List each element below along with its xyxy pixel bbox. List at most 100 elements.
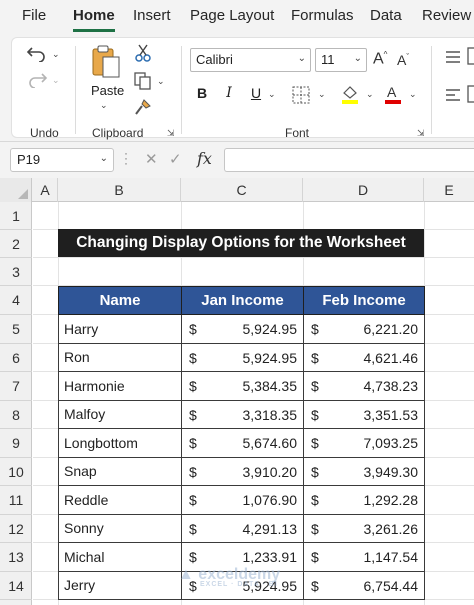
insert-function-button[interactable]: fx [197,149,212,168]
feb-income-cell[interactable]: $4,738.23 [303,371,425,401]
feb-income-cell[interactable]: $6,221.20 [303,314,425,344]
borders-icon[interactable] [292,86,310,104]
menu-home[interactable]: Home [73,7,115,24]
undo-dropdown-icon[interactable]: ⌄ [52,49,60,60]
menu-formulas[interactable]: Formulas [291,7,354,24]
feb-income-cell[interactable]: $3,261.26 [303,513,425,543]
orientation-icon[interactable] [467,46,474,66]
font-name-select[interactable]: Calibri ⌄ [190,48,311,72]
jan-income-cell[interactable]: $5,924.95 [181,314,304,344]
feb-income-cell[interactable]: $3,351.53 [303,399,425,429]
feb-income-cell[interactable]: $7,093.25 [303,428,425,458]
align-left-icon[interactable] [445,88,461,102]
row-header-3[interactable]: 3 [0,258,32,286]
italic-button[interactable]: I [220,85,238,101]
feb-income-cell[interactable]: $6,754.44 [303,570,425,600]
menu-data[interactable]: Data [370,7,402,24]
jan-income-cell[interactable]: $5,674.60 [181,428,304,458]
feb-income-cell[interactable]: $3,949.30 [303,456,425,486]
column-header-b[interactable]: B [58,178,181,202]
menu-file[interactable]: File [22,7,46,24]
row-header-6[interactable]: 6 [0,344,32,372]
fill-color-dropdown-icon[interactable]: ⌄ [366,89,374,100]
underline-dropdown-icon[interactable]: ⌄ [268,89,276,100]
jan-income-cell[interactable]: $5,924.95 [181,342,304,372]
column-header-a[interactable]: A [33,178,58,202]
row-header-11[interactable]: 11 [0,486,32,515]
feb-income-cell[interactable]: $1,292.28 [303,485,425,515]
svg-text:A: A [387,84,397,100]
menu-page-layout[interactable]: Page Layout [190,7,274,24]
borders-dropdown-icon[interactable]: ⌄ [318,89,326,100]
name-cell[interactable]: Longbottom [58,428,182,458]
column-header-d[interactable]: D [303,178,424,202]
row-header-7[interactable]: 7 [0,372,32,401]
enter-icon[interactable]: ✓ [169,150,182,168]
cut-icon[interactable] [135,44,151,62]
row-header-5[interactable]: 5 [0,315,32,344]
header-jan-income[interactable]: Jan Income [181,286,304,315]
underline-button[interactable]: U [247,85,265,101]
jan-income-cell[interactable]: $3,318.35 [181,399,304,429]
header-feb-income[interactable]: Feb Income [303,286,425,315]
fill-color-icon[interactable] [340,84,360,104]
font-size-value: 11 [321,52,335,67]
name-cell[interactable]: Jerry [58,570,182,600]
header-name[interactable]: Name [58,286,182,315]
clipboard-launcher-icon[interactable]: ⇲ [167,128,175,139]
name-cell[interactable]: Harmonie [58,371,182,401]
row-header-2[interactable]: 2 [0,230,32,258]
redo-dropdown-icon[interactable]: ⌄ [52,75,60,86]
formula-input[interactable] [224,148,474,172]
name-cell[interactable]: Snap [58,456,182,486]
decrease-font-size-icon[interactable]: Aˇ [397,52,409,68]
copy-dropdown-icon[interactable]: ⌄ [157,76,165,87]
paste-icon[interactable] [90,44,122,80]
paste-label[interactable]: Paste [91,83,124,98]
column-header-e[interactable]: E [424,178,474,202]
name-cell[interactable]: Malfoy [58,399,182,429]
row-header-9[interactable]: 9 [0,429,32,458]
increase-font-size-icon[interactable]: A^ [373,50,387,68]
row-header-10[interactable]: 10 [0,458,32,486]
name-cell[interactable]: Ron [58,342,182,372]
name-cell[interactable]: Michal [58,542,182,572]
jan-income-cell[interactable]: $3,910.20 [181,456,304,486]
font-size-select[interactable]: 11 ⌄ [315,48,367,72]
name-cell[interactable]: Sonny [58,513,182,543]
row-header-14[interactable]: 14 [0,572,32,600]
column-header-c[interactable]: C [181,178,303,202]
name-cell[interactable]: Harry [58,314,182,344]
undo-group-label: Undo [30,126,59,140]
jan-income-cell[interactable]: $1,076.90 [181,485,304,515]
paste-dropdown-icon[interactable]: ⌄ [100,100,108,111]
row-header-4[interactable]: 4 [0,286,32,315]
font-launcher-icon[interactable]: ⇲ [417,128,425,139]
font-color-icon[interactable]: A [383,84,403,104]
bold-button[interactable]: B [193,85,211,101]
jan-income-cell[interactable]: $5,384.35 [181,371,304,401]
feb-income-cell[interactable]: $4,621.46 [303,342,425,372]
indent-icon[interactable] [467,84,474,104]
redo-icon[interactable] [26,70,48,88]
row-header-13[interactable]: 13 [0,543,32,572]
currency-symbol: $ [189,435,197,451]
select-all-button[interactable] [0,178,32,202]
name-cell[interactable]: Reddle [58,485,182,515]
formula-bar-grip-icon[interactable]: · · · [124,147,130,169]
name-box[interactable]: P19 ⌄ [10,148,114,172]
cancel-icon[interactable]: ✕ [145,150,158,168]
row-header-1[interactable]: 1 [0,202,32,230]
undo-icon[interactable] [26,44,48,62]
copy-icon[interactable] [134,72,152,90]
format-painter-icon[interactable] [134,98,152,116]
row-header-12[interactable]: 12 [0,515,32,543]
font-color-dropdown-icon[interactable]: ⌄ [409,89,417,100]
jan-income-cell[interactable]: $4,291.13 [181,513,304,543]
menu-review[interactable]: Review [422,7,471,24]
feb-income-cell[interactable]: $1,147.54 [303,542,425,572]
menu-insert[interactable]: Insert [133,7,171,24]
sheet-title-cell[interactable]: Changing Display Options for the Workshe… [58,229,424,257]
row-header-8[interactable]: 8 [0,401,32,429]
align-top-icon[interactable] [445,50,461,64]
